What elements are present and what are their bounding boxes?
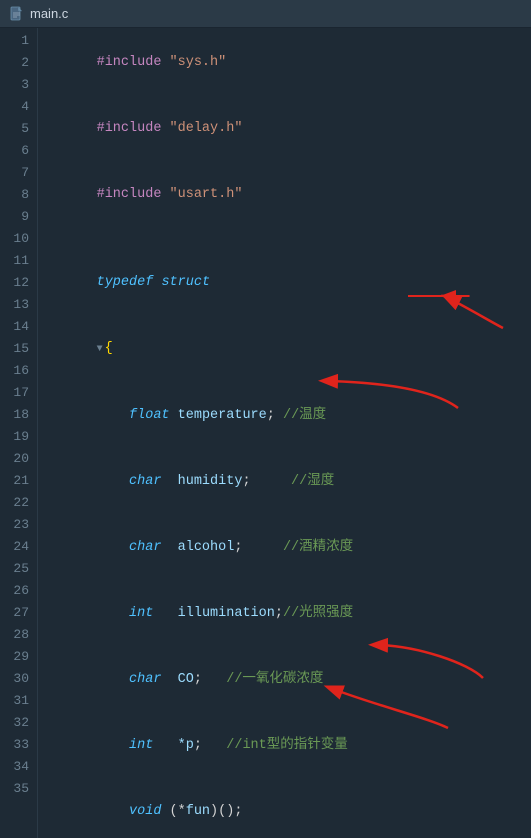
line-num-29: 29: [0, 646, 29, 668]
line-num-26: 26: [0, 580, 29, 602]
line-num-33: 33: [0, 734, 29, 756]
line-num-9: 9: [0, 206, 29, 228]
code-line-10: int illumination;//光照强度: [48, 581, 531, 647]
keyword-include: #include: [97, 55, 162, 70]
line-num-16: 16: [0, 360, 29, 382]
code-line-3: #include "usart.h": [48, 162, 531, 228]
code-line-9: char alcohol; //酒精浓度: [48, 515, 531, 581]
line-num-27: 27: [0, 602, 29, 624]
line-num-8: 8: [0, 184, 29, 206]
line-num-21: 21: [0, 470, 29, 492]
line-num-32: 32: [0, 712, 29, 734]
line-num-31: 31: [0, 690, 29, 712]
line-num-30: 30: [0, 668, 29, 690]
code-line-5: typedef struct: [48, 250, 531, 316]
line-num-15: 15: [0, 338, 29, 360]
code-line-12: int *p; //int型的指针变量: [48, 713, 531, 779]
line-num-34: 34: [0, 756, 29, 778]
code-line-1: #include "sys.h": [48, 30, 531, 96]
line-num-13: 13: [0, 294, 29, 316]
line-num-7: 7: [0, 162, 29, 184]
code-line-11: char CO; //一氧化碳浓度: [48, 647, 531, 713]
line-num-22: 22: [0, 492, 29, 514]
line-num-5: 5: [0, 118, 29, 140]
line-num-11: 11: [0, 250, 29, 272]
line-num-14: 14: [0, 316, 29, 338]
line-numbers: 1 2 3 4 5 6 7 8 9 10 11 12 13 14 15 16 1…: [0, 28, 38, 838]
code-content: #include "sys.h" #include "delay.h" #inc…: [38, 28, 531, 838]
keyword-include: #include: [97, 187, 162, 202]
code-line-7: float temperature; //温度: [48, 383, 531, 449]
line-num-12: 12: [0, 272, 29, 294]
line-num-20: 20: [0, 448, 29, 470]
fold-icon-6[interactable]: ▼: [97, 339, 103, 361]
code-line-13: void (*fun)();: [48, 779, 531, 838]
line-num-1: 1: [0, 30, 29, 52]
keyword-include: #include: [97, 121, 162, 136]
line-num-23: 23: [0, 514, 29, 536]
code-line-2: #include "delay.h": [48, 96, 531, 162]
code-editor: 1 2 3 4 5 6 7 8 9 10 11 12 13 14 15 16 1…: [0, 28, 531, 838]
line-num-18: 18: [0, 404, 29, 426]
title-bar: main.c: [0, 0, 531, 28]
code-line-6: ▼{: [48, 316, 531, 383]
line-num-35: 35: [0, 778, 29, 800]
line-num-19: 19: [0, 426, 29, 448]
file-name: main.c: [30, 6, 68, 21]
code-line-8: char humidity; //湿度: [48, 449, 531, 515]
line-num-10: 10: [0, 228, 29, 250]
file-icon: [10, 6, 24, 22]
line-num-24: 24: [0, 536, 29, 558]
line-num-4: 4: [0, 96, 29, 118]
line-num-6: 6: [0, 140, 29, 162]
line-num-28: 28: [0, 624, 29, 646]
line-num-17: 17: [0, 382, 29, 404]
line-num-3: 3: [0, 74, 29, 96]
line-num-2: 2: [0, 52, 29, 74]
line-num-25: 25: [0, 558, 29, 580]
code-line-4: [48, 228, 531, 250]
